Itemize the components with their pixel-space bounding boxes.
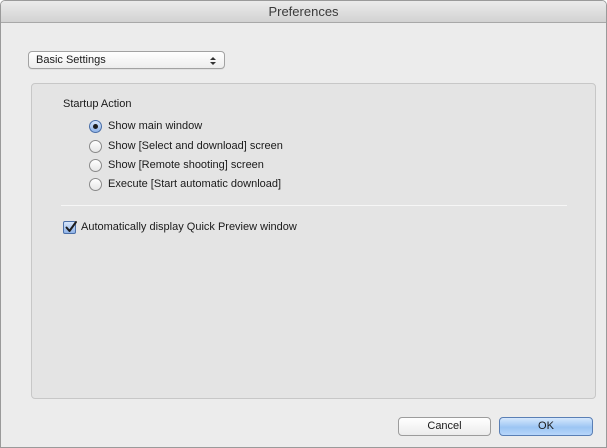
separator <box>61 205 567 206</box>
startup-action-label: Startup Action <box>63 98 132 110</box>
preferences-window: Preferences Basic Settings Startup Actio… <box>0 0 607 448</box>
checkbox-label: Automatically display Quick Preview wind… <box>81 221 297 233</box>
settings-category-value: Basic Settings <box>36 54 106 66</box>
basic-settings-panel: Startup Action Show main window Show [Se… <box>31 83 596 399</box>
radio-show-main-window[interactable]: Show main window <box>89 119 202 133</box>
radio-execute-auto-download[interactable]: Execute [Start automatic download] <box>89 177 281 191</box>
ok-button[interactable]: OK <box>499 417 593 436</box>
radio-show-select-download[interactable]: Show [Select and download] screen <box>89 139 283 153</box>
radio-button[interactable] <box>89 119 102 133</box>
radio-label: Show [Select and download] screen <box>108 140 283 152</box>
cancel-button[interactable]: Cancel <box>398 417 491 436</box>
radio-button[interactable] <box>89 139 102 153</box>
radio-label: Show [Remote shooting] screen <box>108 159 264 171</box>
popup-arrows-icon <box>210 55 216 65</box>
radio-show-remote-shooting[interactable]: Show [Remote shooting] screen <box>89 158 264 172</box>
checkbox-quick-preview[interactable]: Automatically display Quick Preview wind… <box>63 220 297 234</box>
radio-label: Show main window <box>108 120 203 132</box>
checkmark-icon <box>65 220 77 232</box>
checkbox[interactable] <box>63 220 77 234</box>
radio-button[interactable] <box>89 177 102 191</box>
radio-label: Execute [Start automatic download] <box>108 178 282 190</box>
radio-button[interactable] <box>89 158 102 172</box>
window-title: Preferences <box>1 1 606 23</box>
settings-category-popup[interactable]: Basic Settings <box>28 51 225 69</box>
